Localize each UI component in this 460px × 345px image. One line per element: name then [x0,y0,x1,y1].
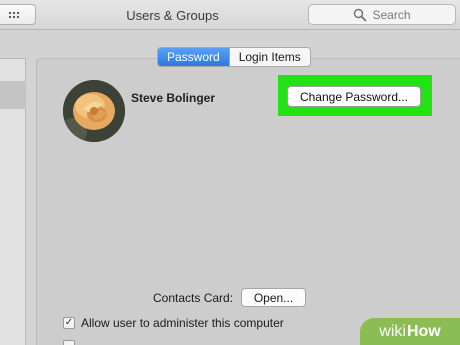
wikihow-watermark: wiki How [360,318,460,345]
change-password-button[interactable]: Change Password... [287,86,421,107]
admin-checkbox-row[interactable]: ✓ Allow user to administer this computer [63,316,284,330]
watermark-how: How [406,322,441,340]
window-title: Users & Groups [126,8,219,23]
watermark-wiki: wiki [379,322,406,340]
admin-checkbox[interactable]: ✓ [63,317,75,329]
admin-checkbox-label: Allow user to administer this computer [81,316,284,330]
user-avatar-rose [63,80,125,142]
open-contacts-button[interactable]: Open... [241,288,306,307]
tab-bar: Password Login Items [157,47,311,67]
search-icon [354,8,367,21]
search-input[interactable]: Search [308,4,456,25]
search-placeholder: Search [372,7,411,22]
title-bar: Users & Groups Search [0,0,460,30]
selected-user-row[interactable] [0,81,26,109]
user-name: Steve Bolinger [131,91,216,105]
tab-password[interactable]: Password [158,48,229,66]
user-avatar[interactable] [63,80,125,142]
tab-login-items[interactable]: Login Items [228,48,310,66]
second-checkbox[interactable] [63,340,75,345]
contacts-card-label: Contacts Card: [153,291,234,305]
user-list-sidebar[interactable] [0,58,26,345]
